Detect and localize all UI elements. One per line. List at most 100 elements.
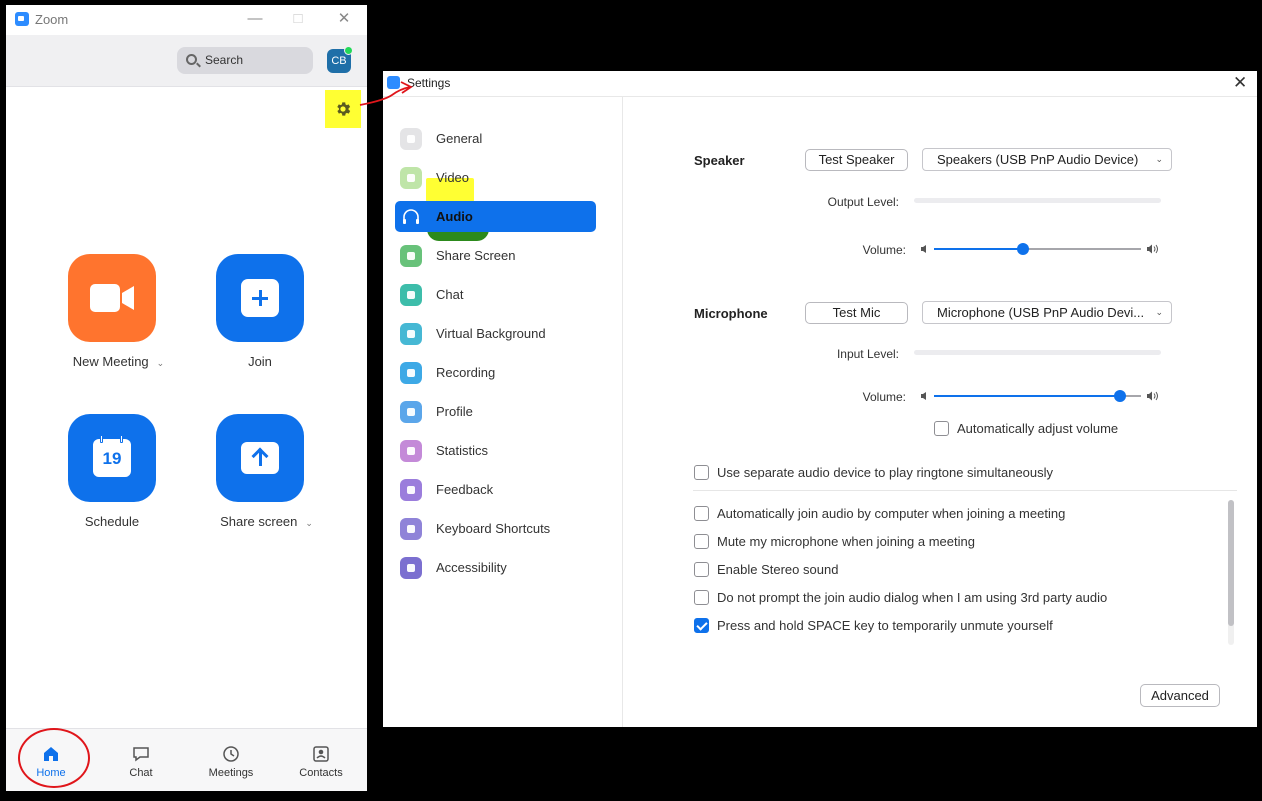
microphone-volume-label: Volume: bbox=[862, 390, 906, 404]
sidebar-item-share-screen[interactable]: Share Screen bbox=[395, 240, 596, 271]
maximize-icon[interactable]: □ bbox=[288, 9, 308, 29]
scrollbar[interactable] bbox=[1228, 500, 1234, 645]
join-button[interactable] bbox=[216, 254, 304, 342]
zoom-logo-icon bbox=[15, 12, 29, 26]
close-icon[interactable]: ✕ bbox=[334, 9, 354, 29]
nav-meetings[interactable]: Meetings bbox=[191, 741, 271, 785]
headphones-icon bbox=[400, 206, 422, 228]
speaker-device-value: Speakers (USB PnP Audio Device) bbox=[937, 152, 1139, 167]
speaker-volume-knob[interactable] bbox=[1017, 243, 1029, 255]
sidebar-item-recording[interactable]: Recording bbox=[395, 357, 596, 388]
zoom-header: Search CB bbox=[6, 35, 367, 87]
microphone-device-value: Microphone (USB PnP Audio Devi... bbox=[937, 305, 1145, 320]
checkbox-box[interactable] bbox=[694, 618, 709, 633]
volume-high-icon bbox=[1147, 391, 1158, 401]
search-box[interactable]: Search bbox=[177, 47, 313, 74]
chat-icon bbox=[133, 747, 149, 762]
home-annotation-circle bbox=[18, 728, 90, 788]
sidebar-item-label: Feedback bbox=[436, 482, 494, 497]
volume-low-icon bbox=[921, 245, 926, 253]
speaker-volume-fill bbox=[934, 248, 1023, 250]
checkbox-box[interactable] bbox=[694, 534, 709, 549]
plus-icon bbox=[241, 279, 279, 317]
option-checkbox-row[interactable]: Automatically join audio by computer whe… bbox=[694, 505, 1154, 523]
microphone-volume-fill bbox=[934, 395, 1121, 397]
speaker-volume-slider[interactable] bbox=[934, 243, 1141, 255]
chat-bubble-icon bbox=[400, 284, 422, 306]
nav-chat[interactable]: Chat bbox=[101, 741, 181, 785]
settings-titlebar: Settings ✕ bbox=[383, 71, 1257, 97]
sidebar-item-label: General bbox=[436, 131, 483, 146]
sidebar-item-label: Profile bbox=[436, 404, 473, 419]
join-label: Join bbox=[248, 354, 272, 369]
test-speaker-button[interactable]: Test Speaker bbox=[805, 149, 908, 171]
schedule-label: Schedule bbox=[84, 514, 140, 529]
sidebar-item-label: Keyboard Shortcuts bbox=[436, 521, 551, 536]
chevron-down-icon: ⌄ bbox=[1155, 154, 1163, 164]
video-camera-icon bbox=[400, 167, 422, 189]
output-level-label: Output Level: bbox=[827, 195, 899, 209]
sidebar-item-virtual-background[interactable]: Virtual Background bbox=[395, 318, 596, 349]
sidebar-item-audio[interactable]: Audio bbox=[395, 201, 596, 232]
settings-gear-button[interactable] bbox=[325, 90, 361, 128]
sidebar-item-general[interactable]: General bbox=[395, 123, 596, 154]
zoom-window-title: Zoom bbox=[35, 12, 69, 27]
auto-adjust-volume-label: Automatically adjust volume bbox=[957, 421, 1119, 436]
sidebar-item-profile[interactable]: Profile bbox=[395, 396, 596, 427]
input-level-label: Input Level: bbox=[836, 347, 899, 361]
nav-chat-label: Chat bbox=[129, 767, 153, 779]
statistics-icon bbox=[400, 440, 422, 462]
share-arrow-icon bbox=[241, 442, 279, 474]
settings-sidebar: General Video Audio Share Screen Chat Virtual… bbox=[383, 97, 623, 727]
sidebar-item-label: Share Screen bbox=[436, 248, 516, 263]
keyboard-icon bbox=[400, 518, 422, 540]
sidebar-item-accessibility[interactable]: Accessibility bbox=[395, 552, 596, 583]
share-screen-icon bbox=[400, 245, 422, 267]
share-screen-button[interactable] bbox=[216, 414, 304, 502]
checkbox-box[interactable] bbox=[934, 421, 949, 436]
checkbox-box[interactable] bbox=[694, 506, 709, 521]
test-mic-button[interactable]: Test Mic bbox=[805, 302, 908, 324]
settings-window-title: Settings bbox=[407, 76, 451, 90]
minimize-icon[interactable]: — bbox=[245, 9, 265, 29]
chevron-down-icon: ⌄ bbox=[156, 358, 165, 368]
option-label: Mute my microphone when joining a meetin… bbox=[717, 534, 975, 549]
sidebar-item-keyboard-shortcuts[interactable]: Keyboard Shortcuts bbox=[395, 513, 596, 544]
option-checkbox-row[interactable]: Do not prompt the join audio dialog when… bbox=[694, 589, 1154, 607]
option-checkbox-row[interactable]: Mute my microphone when joining a meetin… bbox=[694, 533, 1154, 551]
option-label: Use separate audio device to play ringto… bbox=[717, 465, 1054, 480]
output-level-meter bbox=[914, 198, 1161, 203]
accessibility-icon bbox=[400, 557, 422, 579]
option-checkbox-row[interactable]: Enable Stereo sound bbox=[694, 561, 1154, 579]
input-level-meter bbox=[914, 350, 1161, 355]
auto-adjust-volume-checkbox[interactable]: Automatically adjust volume bbox=[934, 420, 1174, 438]
checkbox-box[interactable] bbox=[694, 590, 709, 605]
sidebar-item-feedback[interactable]: Feedback bbox=[395, 474, 596, 505]
zoom-main-window: Zoom — □ ✕ Search CB New Meeting⌄ Join bbox=[6, 5, 367, 791]
gear-icon bbox=[400, 128, 422, 150]
microphone-section-title: Microphone bbox=[694, 306, 768, 321]
virtual-background-icon bbox=[400, 323, 422, 345]
checkbox-box[interactable] bbox=[694, 562, 709, 577]
advanced-button[interactable]: Advanced bbox=[1140, 684, 1220, 707]
nav-contacts[interactable]: Contacts bbox=[281, 741, 361, 785]
option-checkbox-row[interactable]: Use separate audio device to play ringto… bbox=[694, 464, 1154, 482]
zoom-titlebar: Zoom — □ ✕ bbox=[6, 5, 367, 35]
sidebar-item-statistics[interactable]: Statistics bbox=[395, 435, 596, 466]
close-icon[interactable]: ✕ bbox=[1233, 73, 1247, 93]
sidebar-item-video[interactable]: Video bbox=[395, 162, 596, 193]
recording-icon bbox=[400, 362, 422, 384]
microphone-device-select[interactable]: Microphone (USB PnP Audio Devi... ⌄ bbox=[922, 301, 1172, 324]
sidebar-item-chat[interactable]: Chat bbox=[395, 279, 596, 310]
scrollbar-thumb[interactable] bbox=[1228, 500, 1234, 626]
option-label: Do not prompt the join audio dialog when… bbox=[717, 590, 1108, 605]
schedule-button[interactable]: 19 bbox=[68, 414, 156, 502]
option-checkbox-row[interactable]: Press and hold SPACE key to temporarily … bbox=[694, 617, 1154, 635]
checkbox-box[interactable] bbox=[694, 465, 709, 480]
speaker-device-select[interactable]: Speakers (USB PnP Audio Device) ⌄ bbox=[922, 148, 1172, 171]
sidebar-item-label: Audio bbox=[436, 209, 473, 224]
speaker-volume-label: Volume: bbox=[862, 243, 906, 257]
microphone-volume-knob[interactable] bbox=[1114, 390, 1127, 402]
new-meeting-button[interactable] bbox=[68, 254, 156, 342]
microphone-volume-slider[interactable] bbox=[934, 390, 1141, 402]
